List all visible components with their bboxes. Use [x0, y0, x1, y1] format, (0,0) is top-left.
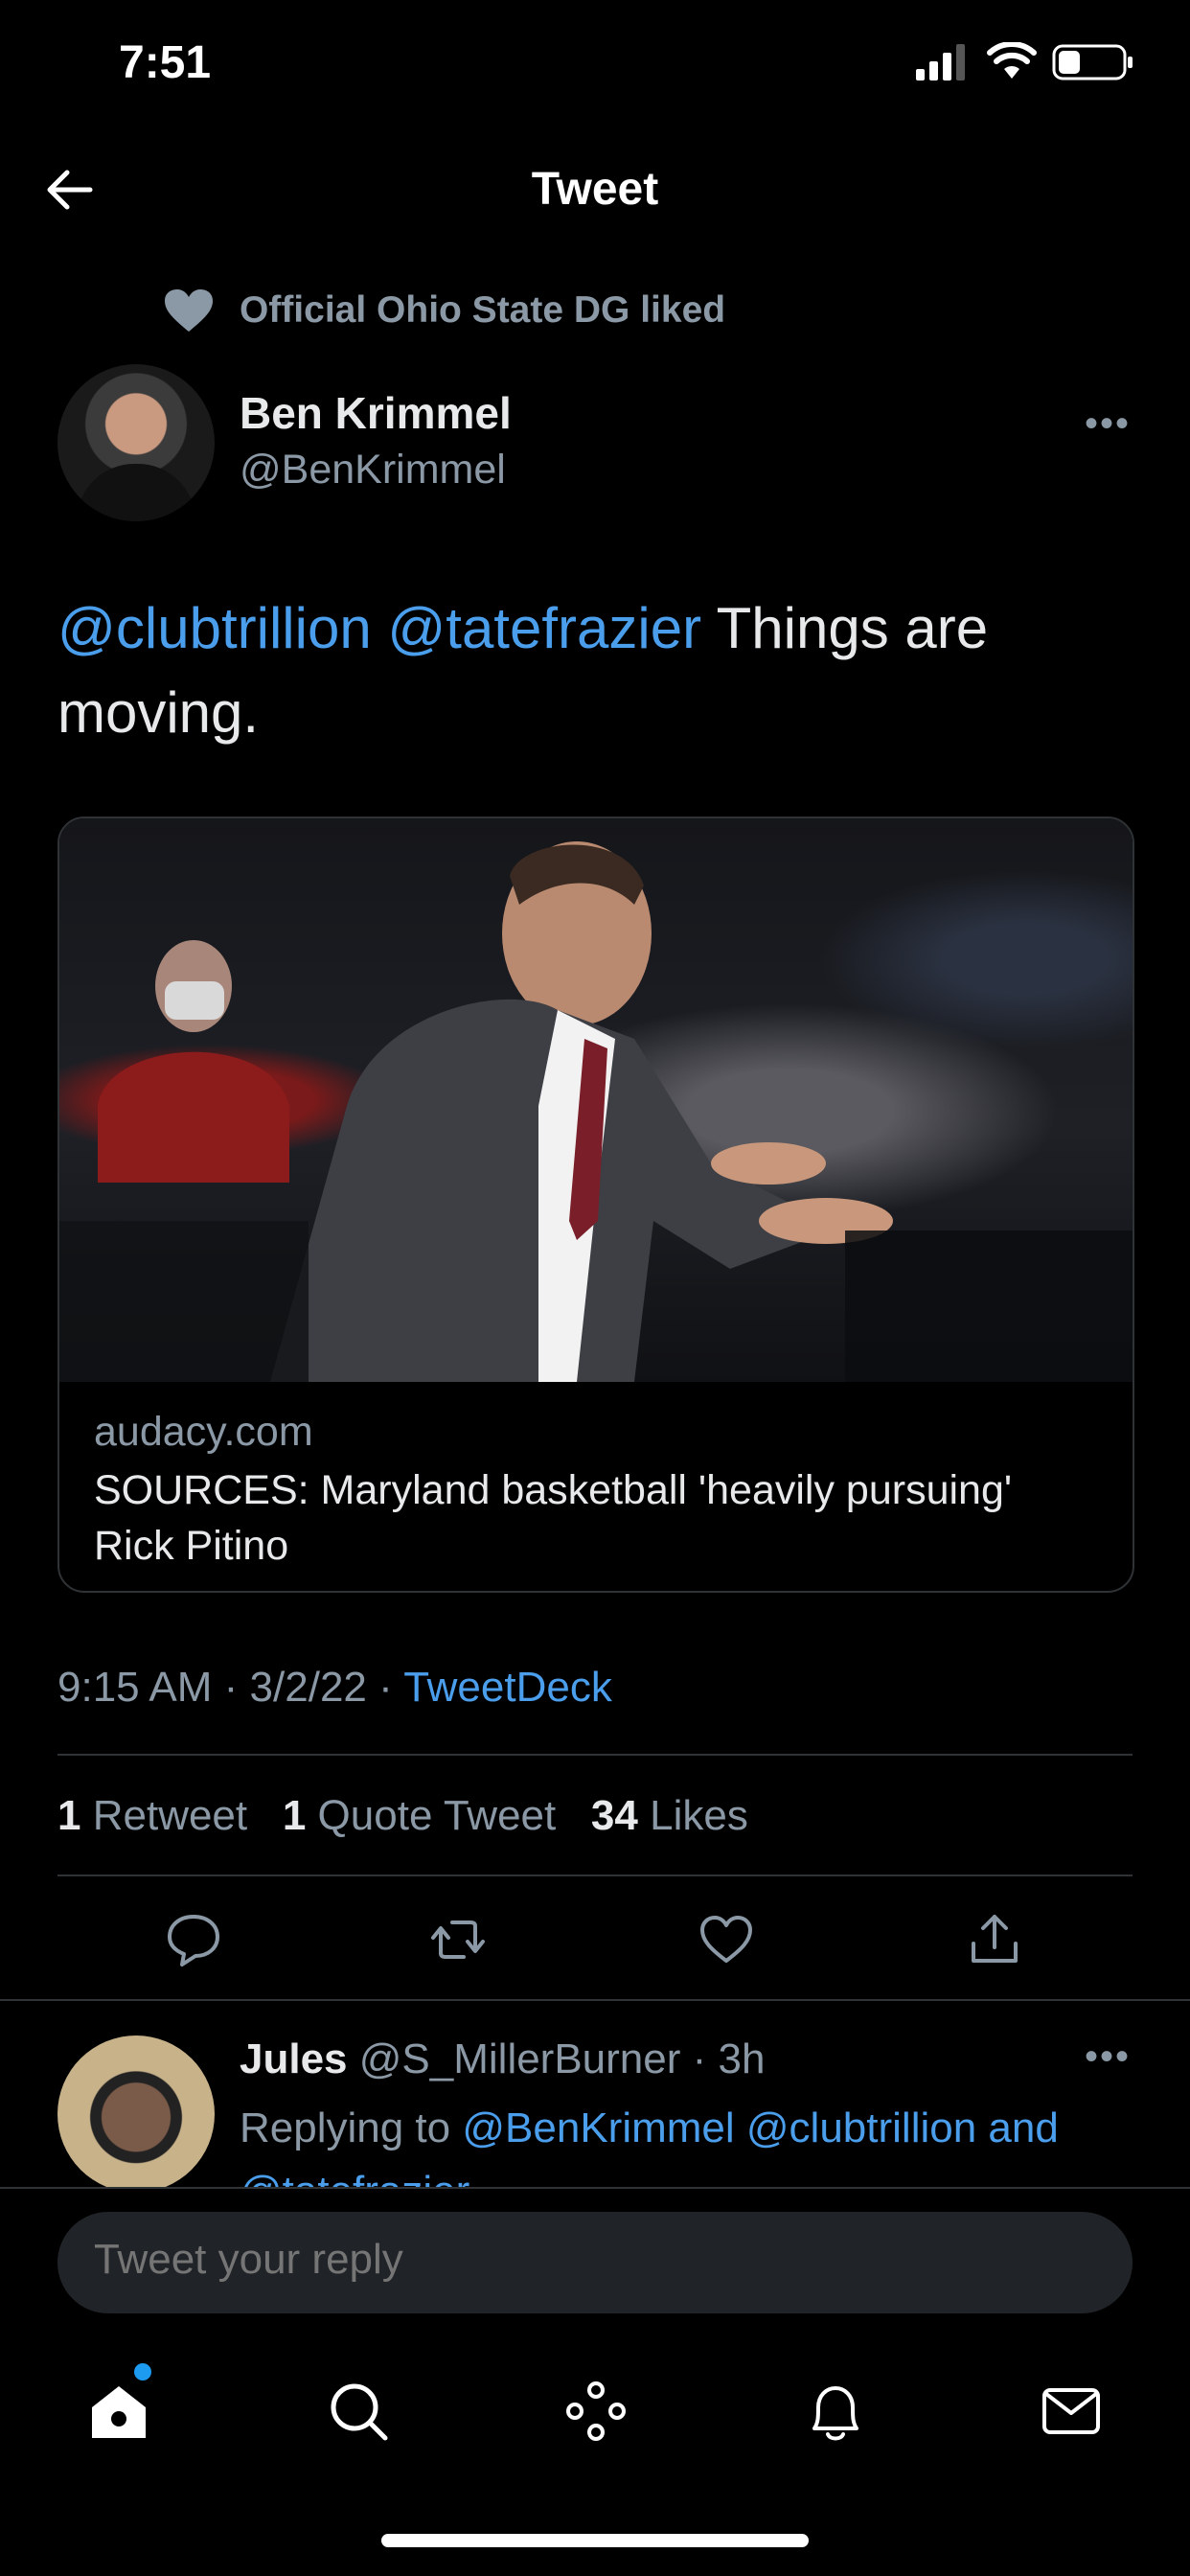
separator: ·: [366, 1664, 404, 1711]
mention-link[interactable]: @clubtrillion: [57, 596, 372, 660]
reply-input[interactable]: [92, 2235, 1054, 2285]
divider: [0, 1999, 1190, 2001]
tweet-text: @clubtrillion @tatefrazier Things are mo…: [57, 586, 1140, 755]
composer-divider: [0, 2187, 1190, 2189]
separator: ·: [212, 1664, 250, 1711]
tweet-date: 3/2/22: [249, 1664, 367, 1711]
reply-author-name[interactable]: Jules: [240, 2036, 348, 2082]
link-card[interactable]: audacy.com SOURCES: Maryland basketball …: [57, 816, 1134, 1593]
reply-icon[interactable]: [165, 1911, 222, 1968]
social-context-text[interactable]: Official Ohio State DG liked: [240, 289, 725, 332]
replying-to: Replying to @BenKrimmel @clubtrillion an…: [240, 2097, 1150, 2189]
messages-icon[interactable]: [1037, 2377, 1106, 2446]
author-avatar[interactable]: [57, 364, 215, 521]
battery-icon: [1052, 44, 1133, 80]
engagement-stats: 1 Retweet 1 Quote Tweet 34 Likes: [57, 1792, 748, 1840]
retweets-stat[interactable]: 1 Retweet: [57, 1792, 247, 1839]
home-icon[interactable]: [84, 2377, 153, 2446]
reply-avatar[interactable]: [57, 2036, 215, 2189]
card-headline: SOURCES: Maryland basketball 'heavily pu…: [94, 1467, 1013, 1569]
notifications-bell-icon[interactable]: [801, 2377, 870, 2446]
retweet-icon[interactable]: [429, 1911, 487, 1968]
heart-icon: [165, 289, 213, 332]
tweet-time: 9:15 AM: [57, 1664, 213, 1711]
reply-author-handle[interactable]: @S_MillerBurner: [359, 2036, 681, 2082]
status-time: 7:51: [119, 37, 212, 88]
more-options-icon[interactable]: •••: [1085, 402, 1131, 446]
tweet-timestamp: 9:15 AM · 3/2/22 · TweetDeck: [57, 1664, 612, 1712]
reply-composer[interactable]: [57, 2212, 1133, 2313]
share-icon[interactable]: [966, 1911, 1023, 1968]
author-name[interactable]: Ben Krimmel: [240, 387, 512, 439]
cellular-signal-icon: [916, 44, 965, 80]
divider: [57, 1754, 1133, 1756]
like-icon[interactable]: [698, 1911, 755, 1968]
spaces-icon[interactable]: [561, 2377, 630, 2446]
mention-link[interactable]: @tatefrazier: [387, 596, 701, 660]
source-link[interactable]: TweetDeck: [403, 1664, 612, 1711]
home-indicator: [381, 2534, 809, 2547]
card-image: [59, 818, 1133, 1382]
more-options-icon[interactable]: •••: [1085, 2036, 1131, 2079]
reply-tweet[interactable]: Jules @S_MillerBurner · 3h ••• Replying …: [0, 2022, 1190, 2189]
divider: [57, 1874, 1133, 1876]
search-icon[interactable]: [324, 2377, 393, 2446]
page-title: Tweet: [531, 164, 659, 215]
card-photo: [59, 841, 1133, 1382]
likes-stat[interactable]: 34 Likes: [591, 1792, 748, 1839]
notification-dot: [134, 2363, 151, 2380]
reply-age: 3h: [718, 2036, 766, 2082]
wifi-icon: [987, 42, 1037, 79]
quote-tweets-stat[interactable]: 1 Quote Tweet: [283, 1792, 556, 1839]
reply-header: Jules @S_MillerBurner · 3h: [240, 2036, 766, 2082]
card-domain: audacy.com: [94, 1409, 313, 1455]
author-handle[interactable]: @BenKrimmel: [240, 447, 506, 494]
